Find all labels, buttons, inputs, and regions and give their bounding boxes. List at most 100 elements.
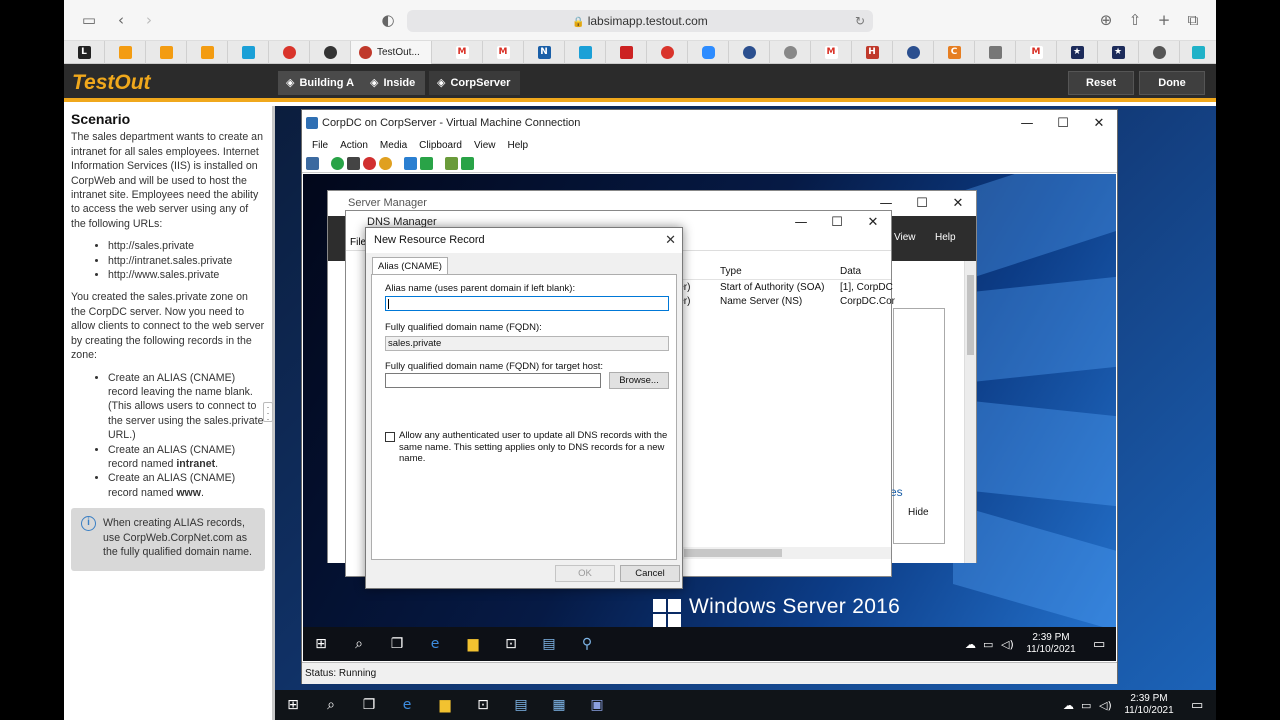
forward-icon[interactable]: › <box>140 11 158 29</box>
task-view-icon[interactable]: ❐ <box>387 634 407 654</box>
menu-view[interactable]: View <box>468 137 502 155</box>
tab[interactable] <box>146 41 187 64</box>
alias-name-input[interactable] <box>385 296 669 311</box>
reload-icon[interactable]: ↻ <box>855 10 865 32</box>
allow-update-checkbox[interactable] <box>385 432 395 442</box>
menu-action[interactable]: Action <box>334 137 374 155</box>
server-manager-icon[interactable]: ▤ <box>511 695 531 715</box>
share-icon[interactable]: ⇧ <box>1126 11 1144 29</box>
column-type[interactable]: Type <box>720 266 742 277</box>
tab[interactable]: M <box>1016 41 1057 64</box>
tab[interactable]: M <box>442 41 483 64</box>
tab[interactable] <box>228 41 269 64</box>
breadcrumb-inside[interactable]: ◈ Inside <box>362 71 426 95</box>
table-row[interactable]: ler) Start of Authority (SOA) [1], CorpD… <box>676 282 893 296</box>
tab[interactable]: N <box>524 41 565 64</box>
notification-icon[interactable]: ▭ <box>1191 698 1203 713</box>
tab[interactable] <box>565 41 606 64</box>
tab[interactable] <box>187 41 228 64</box>
tab[interactable]: M <box>811 41 852 64</box>
sm-scrollbar[interactable] <box>964 261 976 563</box>
file-explorer-icon[interactable]: ▆ <box>435 695 455 715</box>
maximize-icon[interactable]: ☐ <box>904 191 940 216</box>
vm-clock[interactable]: 2:39 PM 11/10/2021 <box>1021 632 1081 656</box>
search-icon[interactable]: ⌕ <box>349 634 369 654</box>
save-icon[interactable] <box>379 157 392 170</box>
store-icon[interactable]: ⊡ <box>473 695 493 715</box>
close-icon[interactable]: ✕ <box>665 228 676 253</box>
edge-icon[interactable]: e <box>397 695 417 715</box>
tab[interactable] <box>729 41 770 64</box>
tab-active[interactable]: TestOut... <box>351 41 432 64</box>
sm-menu-view[interactable]: View <box>894 232 916 243</box>
tab[interactable] <box>269 41 310 64</box>
hide-link[interactable]: Hide <box>908 507 929 518</box>
network-icon[interactable]: ▭ <box>1081 699 1091 712</box>
done-button[interactable]: Done <box>1139 71 1205 95</box>
volume-icon[interactable]: ◁) <box>1099 699 1112 712</box>
tab[interactable] <box>105 41 146 64</box>
browse-button[interactable]: Browse... <box>609 372 669 389</box>
tab-alias-cname[interactable]: Alias (CNAME) <box>372 257 448 274</box>
tab[interactable]: ★ <box>1057 41 1098 64</box>
ok-button[interactable]: OK <box>555 565 615 582</box>
reset-button[interactable]: Reset <box>1068 71 1134 95</box>
tab[interactable] <box>647 41 688 64</box>
cloud-icon[interactable]: ☁ <box>1063 699 1074 712</box>
file-explorer-icon[interactable]: ▆ <box>463 634 483 654</box>
splitter-grip-icon[interactable]: · · · <box>263 402 273 424</box>
address-bar[interactable]: 🔒 labsimapp.testout.com ↻ <box>407 10 873 32</box>
breadcrumb-building[interactable]: ◈ Building A <box>278 71 365 95</box>
pause-icon[interactable] <box>404 157 417 170</box>
tab[interactable]: ★ <box>1098 41 1139 64</box>
revert-icon[interactable] <box>461 157 474 170</box>
volume-icon[interactable]: ◁) <box>1001 638 1014 651</box>
tab[interactable] <box>310 41 351 64</box>
privacy-shield-icon[interactable]: ◐ <box>379 11 397 29</box>
maximize-icon[interactable]: ☐ <box>819 211 855 234</box>
cloud-icon[interactable]: ☁ <box>965 638 976 651</box>
store-icon[interactable]: ⊡ <box>501 634 521 654</box>
tab[interactable] <box>1180 41 1216 64</box>
new-tab-icon[interactable]: + <box>1155 11 1173 29</box>
tab[interactable] <box>770 41 811 64</box>
sidebar-toggle-icon[interactable]: ▭ <box>80 11 98 29</box>
close-icon[interactable]: ✕ <box>855 211 891 234</box>
host-clock[interactable]: 2:39 PM 11/10/2021 <box>1119 693 1179 717</box>
task-view-icon[interactable]: ❐ <box>359 695 379 715</box>
minimize-icon[interactable]: — <box>1009 110 1045 137</box>
cancel-button[interactable]: Cancel <box>620 565 680 582</box>
close-icon[interactable]: ✕ <box>1081 110 1117 137</box>
dns-menu-file[interactable]: File <box>350 237 366 248</box>
menu-media[interactable]: Media <box>374 137 413 155</box>
tab[interactable] <box>975 41 1016 64</box>
table-row[interactable]: ler) Name Server (NS) CorpDC.Cor <box>676 296 895 310</box>
tab[interactable] <box>606 41 647 64</box>
edge-icon[interactable]: e <box>425 634 445 654</box>
checkpoint-icon[interactable] <box>445 157 458 170</box>
shutdown-icon[interactable] <box>363 157 376 170</box>
vm-connection-icon[interactable]: ▣ <box>587 695 607 715</box>
dns-manager-icon[interactable]: ⚲ <box>577 634 597 654</box>
tab-overview-icon[interactable]: ⧉ <box>1184 11 1202 29</box>
tab[interactable]: L <box>64 41 105 64</box>
dns-hscrollbar[interactable] <box>680 547 891 559</box>
tab[interactable]: C <box>934 41 975 64</box>
close-icon[interactable]: ✕ <box>940 191 976 216</box>
target-host-input[interactable] <box>385 373 601 388</box>
network-icon[interactable]: ▭ <box>983 638 993 651</box>
breadcrumb-corpserver[interactable]: ◈ CorpServer <box>429 71 521 95</box>
back-icon[interactable]: ‹ <box>112 11 130 29</box>
search-icon[interactable]: ⌕ <box>321 695 341 715</box>
start-icon[interactable]: ⊞ <box>283 695 303 715</box>
sm-menu-help[interactable]: Help <box>935 232 956 243</box>
tab[interactable] <box>1139 41 1180 64</box>
tab[interactable] <box>893 41 934 64</box>
start-icon[interactable] <box>331 157 344 170</box>
notification-icon[interactable]: ▭ <box>1093 637 1105 652</box>
hyperv-icon[interactable]: ▦ <box>549 695 569 715</box>
download-icon[interactable]: ⊕ <box>1097 11 1115 29</box>
tab[interactable]: M <box>483 41 524 64</box>
resume-icon[interactable] <box>420 157 433 170</box>
start-icon[interactable]: ⊞ <box>311 634 331 654</box>
